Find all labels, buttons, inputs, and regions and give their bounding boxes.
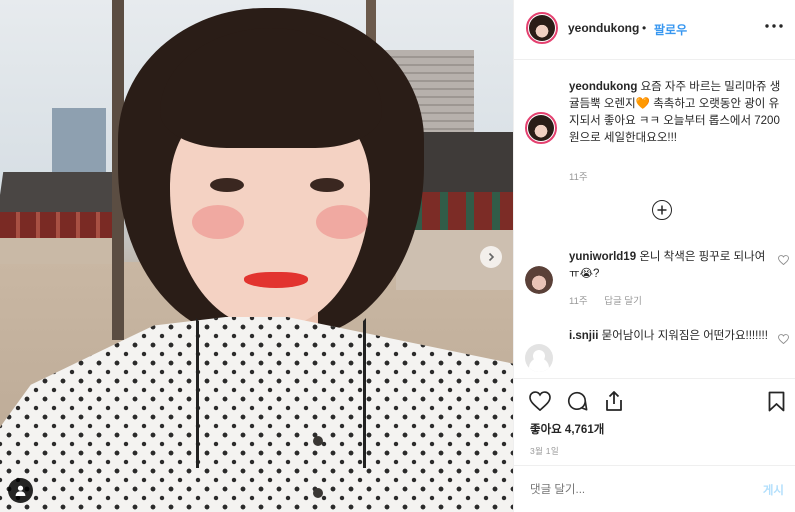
follow-button[interactable]: 팔로우 xyxy=(654,21,687,38)
comment-input[interactable] xyxy=(530,482,730,498)
comment-like-heart-icon[interactable] xyxy=(778,334,789,347)
photo-cheek-left xyxy=(192,205,244,239)
avatar[interactable] xyxy=(526,12,558,44)
avatar[interactable] xyxy=(525,344,553,372)
more-horizontal-icon[interactable] xyxy=(765,16,783,32)
chevron-right-icon[interactable] xyxy=(480,246,502,268)
comment-text: yuniworld19 온니 착색은 핑꾸로 되나여ㅠ😭? xyxy=(569,249,769,283)
post-date[interactable]: 3월 1일 xyxy=(530,445,559,457)
comment-icon[interactable] xyxy=(565,389,589,413)
add-comment-bar: 게시 xyxy=(514,465,795,512)
photo-cheek-right xyxy=(316,205,368,239)
comment-username[interactable]: i.snjii xyxy=(569,330,598,342)
post-header: yeondukong • 팔로우 xyxy=(514,0,795,60)
avatar-image xyxy=(529,15,555,41)
photo-building-left xyxy=(52,108,106,178)
caption-username[interactable]: yeondukong xyxy=(569,81,637,93)
share-icon[interactable] xyxy=(602,389,626,413)
comment-text: i.snjii 묻어남이나 지워짐은 어떤가요!!!!!!! xyxy=(569,328,769,345)
avatar-image xyxy=(525,266,553,294)
avatar-image xyxy=(528,115,554,141)
photo-shirt-button xyxy=(313,436,323,446)
comment-body: 묻어남이나 지워짐은 어떤가요!!!!!!! xyxy=(601,330,768,342)
post-photo[interactable] xyxy=(0,0,513,512)
photo-eye-right xyxy=(310,178,344,192)
photo-shirt-button xyxy=(313,488,323,498)
post-comment-button[interactable]: 게시 xyxy=(763,482,784,498)
user-tag-icon[interactable] xyxy=(8,478,33,503)
caption-time[interactable]: 11주 xyxy=(569,169,588,183)
photo-eye-left xyxy=(210,178,244,192)
comment-like-heart-icon[interactable] xyxy=(778,255,789,268)
header-username[interactable]: yeondukong xyxy=(568,21,639,35)
avatar[interactable] xyxy=(525,112,557,144)
comment-meta: 11주 답글 달기 xyxy=(569,293,656,307)
post-details-panel: yeondukong • 팔로우 yeondukong 요즘 자주 바르는 밀리… xyxy=(513,0,795,512)
comments-list[interactable]: yeondukong 요즘 자주 바르는 밀리마쥬 생귤듬뿍 오렌지🧡 촉촉하고… xyxy=(514,61,795,377)
heart-icon[interactable] xyxy=(528,389,552,413)
comment-username[interactable]: yuniworld19 xyxy=(569,251,636,263)
likes-count[interactable]: 좋아요 4,761개 xyxy=(530,421,604,437)
reply-button[interactable]: 답글 달기 xyxy=(604,296,642,307)
photo-lips xyxy=(244,272,308,288)
avatar[interactable] xyxy=(525,266,553,294)
plus-circle-icon[interactable] xyxy=(652,200,672,220)
bookmark-icon[interactable] xyxy=(764,389,788,413)
default-avatar-icon xyxy=(533,350,545,362)
caption-text: yeondukong 요즘 자주 바르는 밀리마쥬 생귤듬뿍 오렌지🧡 촉촉하고… xyxy=(569,79,781,147)
photo-wall-left-base xyxy=(0,238,118,264)
separator-dot: • xyxy=(642,21,647,35)
comment-time[interactable]: 11주 xyxy=(569,296,588,307)
